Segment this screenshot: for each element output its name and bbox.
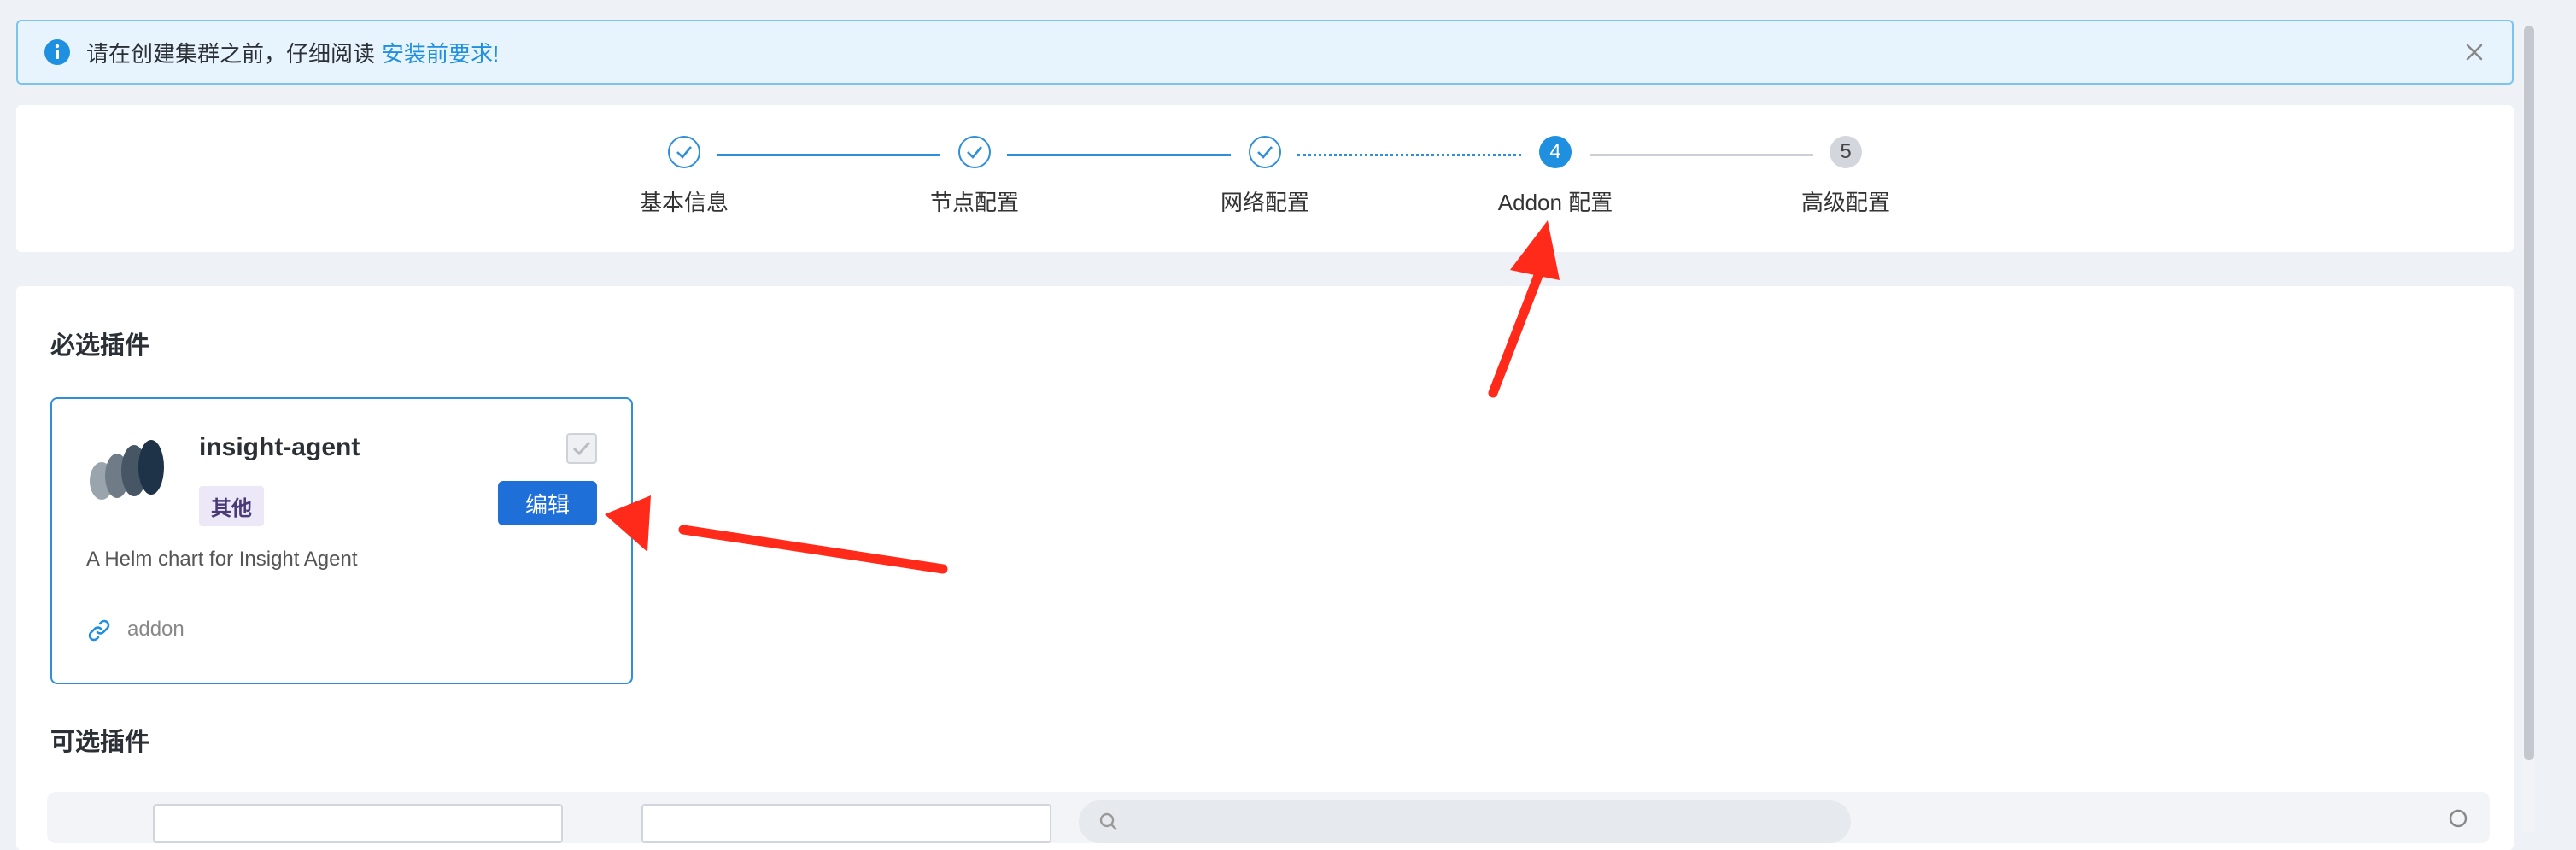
- search-input[interactable]: [1079, 800, 1851, 843]
- step-basic-info[interactable]: 基本信息: [573, 136, 795, 217]
- check-icon: [676, 146, 692, 159]
- step-node-config[interactable]: 节点配置: [864, 136, 1086, 217]
- alert-message: 请在创建集群之前，仔细阅读: [86, 40, 376, 67]
- step-done-indicator: [958, 136, 991, 168]
- required-plugins-title: 必选插件: [50, 332, 150, 360]
- plugin-category-tag: 其他: [199, 486, 264, 526]
- info-icon: [44, 39, 70, 65]
- filter-select[interactable]: [153, 804, 563, 843]
- search-icon: [1099, 812, 1117, 830]
- check-icon: [1257, 146, 1273, 159]
- step-network-config[interactable]: 网络配置: [1154, 136, 1376, 217]
- step-addon-config[interactable]: 4 Addon 配置: [1444, 136, 1666, 217]
- plugin-name: insight-agent: [199, 433, 360, 461]
- step-label: 基本信息: [639, 190, 729, 215]
- filter-toolbar: [47, 792, 2490, 843]
- plugin-link[interactable]: addon: [127, 618, 184, 642]
- step-number-active: 4: [1539, 136, 1572, 168]
- insight-logo-icon: [90, 440, 164, 500]
- step-label: Addon 配置: [1497, 190, 1613, 215]
- step-done-indicator: [668, 136, 700, 168]
- step-advanced-config[interactable]: 5 高级配置: [1735, 136, 1957, 217]
- info-alert: 请在创建集群之前，仔细阅读 安装前要求!: [16, 20, 2514, 85]
- step-number-pending: 5: [1830, 136, 1862, 168]
- filter-select[interactable]: [641, 804, 1051, 843]
- check-icon: [967, 146, 982, 159]
- refresh-icon[interactable]: [2447, 807, 2469, 829]
- edit-button[interactable]: 编辑: [498, 481, 597, 525]
- step-done-indicator: [1249, 136, 1281, 168]
- plugin-card-insight-agent[interactable]: insight-agent 其他 编辑 A Helm chart for Ins…: [50, 397, 633, 684]
- step-label: 节点配置: [929, 190, 1019, 215]
- addon-panel: 必选插件 insight-agent 其他 编辑 A Helm chart fo…: [16, 286, 2514, 850]
- scrollbar-thumb[interactable]: [2524, 26, 2534, 760]
- optional-plugins-title: 可选插件: [50, 729, 150, 756]
- link-icon: [88, 619, 110, 642]
- install-requirements-link[interactable]: 安装前要求!: [382, 37, 499, 68]
- wizard-steps: 基本信息 节点配置 网络配置 4 Addon 配置 5 高级配置: [16, 105, 2514, 252]
- step-label: 高级配置: [1800, 190, 1890, 215]
- step-label: 网络配置: [1220, 190, 1309, 215]
- plugin-description: A Helm chart for Insight Agent: [86, 548, 358, 571]
- plugin-checkbox[interactable]: [566, 433, 597, 464]
- close-icon[interactable]: [2462, 40, 2486, 64]
- check-icon: [572, 441, 591, 456]
